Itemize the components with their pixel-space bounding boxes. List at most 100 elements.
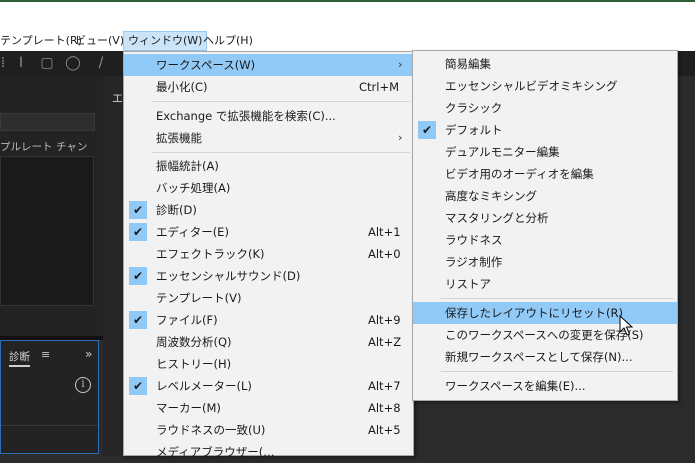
checkmark-icon: ✔ — [129, 201, 147, 219]
workspace-item-reset-layout[interactable]: 保存したレイアウトにリセット(R) — [413, 302, 677, 324]
menu-item-label: Exchange で拡張機能を検索(C)... — [156, 109, 336, 123]
window-titlebar — [0, 0, 695, 31]
menu-item-label: 新規ワークスペースとして保存(N)... — [445, 350, 633, 364]
menu-separator — [152, 101, 410, 102]
workspace-item-edit-workspaces[interactable]: ワークスペースを編集(E)... — [413, 375, 677, 397]
menu-shortcut: Alt+0 — [368, 247, 401, 261]
panel-divider-line — [1, 425, 98, 426]
menu-item-label: ワークスペース(W) — [156, 58, 256, 72]
menu-item-label: バッチ処理(A) — [156, 181, 231, 195]
column-header: プルレート チャンネ — [0, 138, 95, 171]
tool-edge-icon[interactable]: ⁞ — [0, 54, 12, 72]
checkmark-icon: ✔ — [129, 267, 147, 285]
workspace-item-save-changes[interactable]: このワークスペースへの変更を保存(S) — [413, 324, 677, 346]
lasso-icon[interactable]: ◯ — [64, 54, 82, 72]
menu-item-label: クラシック — [445, 101, 503, 115]
menu-item-label: マーカー(M) — [156, 401, 221, 415]
menu-item-markers[interactable]: マーカー(M) Alt+8 — [124, 397, 413, 419]
workspace-item-mastering[interactable]: マスタリングと分析 — [413, 207, 677, 229]
workspace-submenu: 簡易編集 エッセンシャルビデオミキシング クラシック ✔ デフォルト デュアルモニ… — [412, 50, 678, 401]
submenu-arrow-icon: › — [398, 131, 403, 144]
menu-item-amplitude-stats[interactable]: 振幅統計(A) — [124, 155, 413, 177]
menu-shortcut: Ctrl+M — [359, 80, 400, 94]
menu-item-label: ビデオ用のオーディオを編集 — [445, 167, 594, 181]
time-selection-icon[interactable]: I — [12, 54, 30, 72]
workspace-item-advanced-mixing[interactable]: 高度なミキシング — [413, 185, 677, 207]
menu-item-label: テンプレート(V) — [156, 291, 242, 305]
checkmark-icon: ✔ — [129, 311, 147, 329]
menu-item-label: エッセンシャルビデオミキシング — [445, 79, 618, 93]
menubar: テンプレート(R) ビュー(V) ウィンドウ(W) ヘルプ(H) — [0, 31, 695, 51]
menu-item-media-browser[interactable]: メディアブラウザー(… — [124, 441, 413, 463]
workspace-item-loudness[interactable]: ラウドネス — [413, 229, 677, 251]
checkmark-icon: ✔ — [418, 121, 436, 139]
workspace-item-radio[interactable]: ラジオ制作 — [413, 251, 677, 273]
workspace-item-save-new[interactable]: 新規ワークスペースとして保存(N)... — [413, 346, 677, 368]
menu-item-label: 簡易編集 — [445, 57, 491, 71]
workspace-item-restore[interactable]: リストア — [413, 273, 677, 295]
menu-item-label: デフォルト — [445, 123, 503, 137]
menu-item-label: ファイル(F) — [156, 313, 218, 327]
menu-item-diagnostics[interactable]: ✔ 診断(D) — [124, 199, 413, 221]
menu-template[interactable]: テンプレート(R) — [0, 31, 82, 51]
menu-item-label: このワークスペースへの変更を保存(S) — [445, 328, 644, 342]
menu-item-editor[interactable]: ✔ エディター(E) Alt+1 — [124, 221, 413, 243]
menu-item-match-loudness[interactable]: ラウドネスの一致(U) Alt+5 — [124, 419, 413, 441]
brush-icon[interactable]: / — [92, 54, 110, 72]
menu-separator — [152, 152, 410, 153]
menu-item-label: エッセンシャルサウンド(D) — [156, 269, 301, 283]
menu-item-templates[interactable]: テンプレート(V) — [124, 287, 413, 309]
menu-view[interactable]: ビュー(V) — [75, 31, 124, 51]
tab-diagnostics[interactable]: 診断 — [9, 349, 30, 367]
menu-item-exchange[interactable]: Exchange で拡張機能を検索(C)... — [124, 105, 413, 127]
workspace-item-classic[interactable]: クラシック — [413, 97, 677, 119]
workspace-item-quick-edit[interactable]: 簡易編集 — [413, 53, 677, 75]
panel-search-field[interactable] — [0, 113, 95, 131]
menu-item-files[interactable]: ✔ ファイル(F) Alt+9 — [124, 309, 413, 331]
diagnostics-panel: 診断 ≡ » i — [0, 340, 99, 454]
files-panel: プルレート チャンネ — [0, 76, 103, 336]
workspace-item-default[interactable]: ✔ デフォルト — [413, 119, 677, 141]
menu-item-label: 拡張機能 — [156, 131, 202, 145]
menu-item-label: ワークスペースを編集(E)... — [445, 379, 586, 393]
menu-item-batch[interactable]: バッチ処理(A) — [124, 177, 413, 199]
menu-help[interactable]: ヘルプ(H) — [203, 31, 253, 51]
menu-item-extensions[interactable]: 拡張機能 › — [124, 127, 413, 149]
workspace-item-essential-video-mixing[interactable]: エッセンシャルビデオミキシング — [413, 75, 677, 97]
panel-menu-icon[interactable]: ≡ — [41, 348, 50, 361]
menu-item-label: 振幅統計(A) — [156, 159, 219, 173]
menu-item-label: マスタリングと分析 — [445, 211, 549, 225]
menu-shortcut: Alt+1 — [368, 225, 401, 239]
menu-item-label: 周波数分析(Q) — [156, 335, 232, 349]
menu-item-label: レベルメーター(L) — [156, 379, 252, 393]
menu-item-minimize[interactable]: 最小化(C) Ctrl+M — [124, 76, 413, 98]
info-icon[interactable]: i — [75, 377, 91, 393]
menu-item-label: リストア — [445, 277, 491, 291]
file-list[interactable] — [0, 156, 94, 306]
editor-panel-edge: エ — [103, 76, 123, 456]
menu-item-label: エフェクトラック(K) — [156, 247, 265, 261]
menu-item-label: 高度なミキシング — [445, 189, 537, 203]
menu-window[interactable]: ウィンドウ(W) — [123, 31, 208, 51]
menu-item-label: 保存したレイアウトにリセット(R) — [445, 306, 623, 320]
overflow-chevron-icon[interactable]: » — [85, 347, 92, 361]
menu-item-label: メディアブラウザー(… — [156, 445, 275, 459]
title-accent-line — [0, 0, 695, 2]
menu-separator — [441, 298, 673, 299]
workspace-item-dual-monitor[interactable]: デュアルモニター編集 — [413, 141, 677, 163]
marquee-icon[interactable]: ▢ — [38, 54, 56, 72]
menu-item-level-meter[interactable]: ✔ レベルメーター(L) Alt+7 — [124, 375, 413, 397]
editor-tab-fragment[interactable]: エ — [112, 90, 123, 106]
menu-item-workspace[interactable]: ワークスペース(W) › — [124, 54, 413, 76]
menu-item-history[interactable]: ヒストリー(H) — [124, 353, 413, 375]
menu-item-effects-rack[interactable]: エフェクトラック(K) Alt+0 — [124, 243, 413, 265]
workspace-item-audio-for-video[interactable]: ビデオ用のオーディオを編集 — [413, 163, 677, 185]
menu-item-essential-sound[interactable]: ✔ エッセンシャルサウンド(D) — [124, 265, 413, 287]
menu-shortcut: Alt+5 — [368, 423, 401, 437]
menu-separator — [441, 371, 673, 372]
mouse-cursor-icon — [619, 315, 633, 336]
submenu-arrow-icon: › — [398, 58, 403, 71]
column-samplerate[interactable]: プルレート — [0, 138, 53, 156]
menu-item-label: ヒストリー(H) — [156, 357, 232, 371]
menu-item-frequency-analysis[interactable]: 周波数分析(Q) Alt+Z — [124, 331, 413, 353]
